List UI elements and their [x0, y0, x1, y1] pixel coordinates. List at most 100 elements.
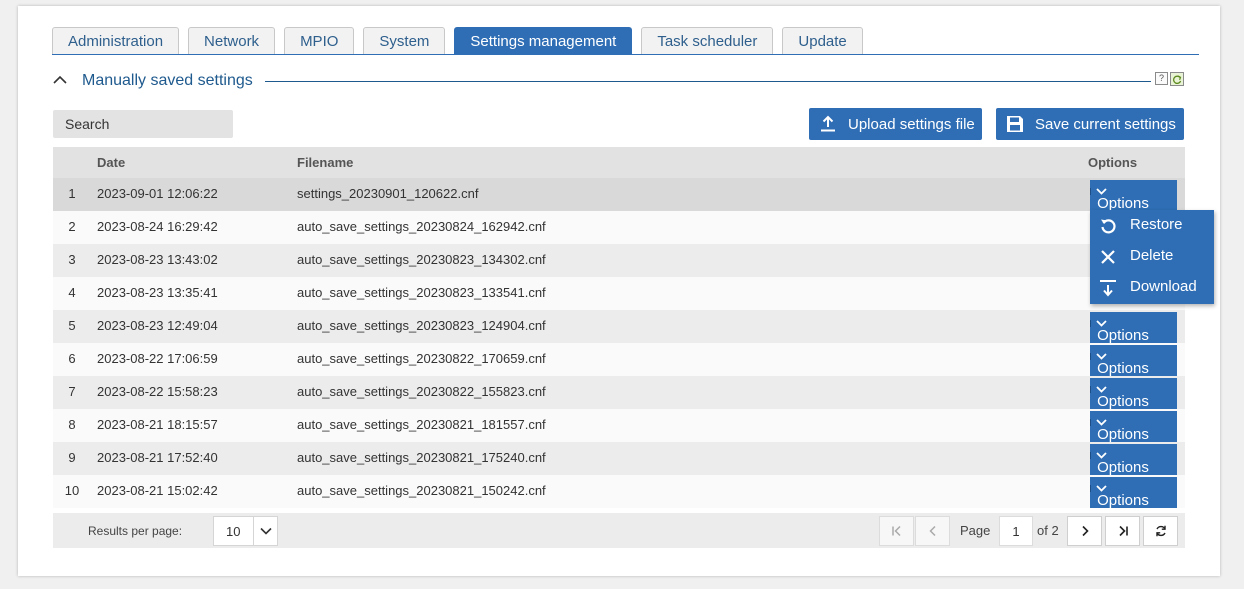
row-filename: auto_save_settings_20230822_170659.cnf	[297, 351, 546, 366]
row-date: 2023-08-22 15:58:23	[97, 384, 218, 399]
results-per-page-select[interactable]: 10	[213, 516, 278, 546]
row-number: 9	[68, 450, 76, 465]
row-options-button[interactable]: Options	[1090, 444, 1177, 476]
first-page-button[interactable]	[879, 516, 914, 546]
row-filename: auto_save_settings_20230822_155823.cnf	[297, 384, 546, 399]
table-row[interactable]: 2 2023-08-24 16:29:42 auto_save_settings_2…	[53, 211, 1185, 244]
table-header: Date Filename Options	[53, 147, 1185, 178]
row-date: 2023-08-23 13:43:02	[97, 252, 218, 267]
save-icon	[1007, 116, 1023, 132]
first-page-icon	[891, 525, 901, 537]
row-number: 5	[68, 318, 76, 333]
chevron-up-icon[interactable]	[52, 72, 68, 88]
menu-item-delete[interactable]: Delete	[1090, 241, 1214, 272]
row-date: 2023-09-01 12:06:22	[97, 186, 218, 201]
refresh-button[interactable]	[1143, 516, 1178, 546]
close-icon	[1101, 250, 1115, 264]
chevron-down-icon	[1090, 419, 1111, 426]
table-row[interactable]: 5 2023-08-23 12:49:04 auto_save_settings_2…	[53, 310, 1185, 344]
row-filename: auto_save_settings_20230823_133541.cnf	[297, 285, 546, 300]
row-options-button[interactable]: Options	[1090, 378, 1177, 410]
table-row[interactable]: 1 2023-09-01 12:06:22 settings_20230901_12…	[53, 178, 1185, 212]
row-filename: auto_save_settings_20230824_162942.cnf	[297, 219, 546, 234]
next-page-button[interactable]	[1067, 516, 1102, 546]
row-options-button[interactable]: Options	[1090, 411, 1177, 443]
row-number: 6	[68, 351, 76, 366]
row-date: 2023-08-21 17:52:40	[97, 450, 218, 465]
chevron-down-icon	[1090, 353, 1111, 360]
row-options-button[interactable]: Options	[1090, 180, 1177, 212]
settings-table: Date Filename Options 1 2023-09-01 12:06:…	[53, 147, 1185, 509]
chevron-down-icon	[1090, 320, 1111, 327]
tab-task-scheduler[interactable]: Task scheduler	[641, 27, 774, 55]
menu-item-restore[interactable]: Restore	[1090, 210, 1214, 241]
page-count: of 2	[1037, 523, 1059, 538]
table-row[interactable]: 6 2023-08-22 17:06:59 auto_save_settings_2…	[53, 343, 1185, 377]
options-dropdown-menu: Restore Delete Download	[1090, 210, 1214, 304]
results-per-page-value: 10	[226, 524, 241, 539]
tab-mpio[interactable]: MPIO	[284, 27, 355, 55]
row-number: 7	[68, 384, 76, 399]
upload-settings-label: Upload settings file	[848, 115, 975, 133]
row-filename: auto_save_settings_20230823_134302.cnf	[297, 252, 546, 267]
row-date: 2023-08-24 16:29:42	[97, 219, 218, 234]
row-date: 2023-08-21 15:02:42	[97, 483, 218, 498]
tab-administration[interactable]: Administration	[52, 27, 180, 55]
row-number: 3	[68, 252, 76, 267]
save-current-settings-button[interactable]: Save current settings	[996, 108, 1184, 140]
chevron-down-icon	[1090, 485, 1111, 492]
tab-settings-management[interactable]: Settings management	[454, 27, 633, 55]
column-header-filename[interactable]: Filename	[297, 155, 353, 170]
tab-bar: Administration Network MPIO System Settings …	[52, 27, 872, 55]
chevron-down-icon	[253, 517, 277, 545]
table-row[interactable]: 10 2023-08-21 15:02:42 auto_save_settings_…	[53, 475, 1185, 509]
row-number: 1	[68, 186, 76, 201]
restore-icon	[1101, 219, 1116, 234]
table-row[interactable]: 4 2023-08-23 13:35:41 auto_save_settings_2…	[53, 277, 1185, 310]
row-number: 4	[68, 285, 76, 300]
row-date: 2023-08-23 13:35:41	[97, 285, 218, 300]
row-filename: auto_save_settings_20230821_175240.cnf	[297, 450, 546, 465]
row-date: 2023-08-21 18:15:57	[97, 417, 218, 432]
settings-panel: Administration Network MPIO System Settings …	[18, 6, 1220, 576]
tab-network[interactable]: Network	[188, 27, 276, 55]
previous-page-button[interactable]	[915, 516, 950, 546]
column-header-options: Options	[1088, 155, 1138, 170]
row-date: 2023-08-23 12:49:04	[97, 318, 218, 333]
row-options-button[interactable]: Options	[1090, 477, 1177, 509]
chevron-down-icon	[1090, 452, 1111, 459]
upload-settings-button[interactable]: Upload settings file	[809, 108, 982, 140]
row-filename: auto_save_settings_20230821_150242.cnf	[297, 483, 546, 498]
table-row[interactable]: 3 2023-08-23 13:43:02 auto_save_settings_2…	[53, 244, 1185, 277]
table-row[interactable]: 9 2023-08-21 17:52:40 auto_save_settings_2…	[53, 442, 1185, 476]
search-input[interactable]	[53, 110, 233, 138]
last-page-icon	[1118, 525, 1128, 537]
table-body: 1 2023-09-01 12:06:22 settings_20230901_12…	[53, 178, 1185, 509]
menu-item-download[interactable]: Download	[1090, 272, 1214, 303]
chevron-left-icon	[928, 525, 936, 537]
chevron-down-icon	[1090, 188, 1111, 195]
help-icon[interactable]: ?	[1155, 72, 1168, 85]
row-filename: auto_save_settings_20230821_181557.cnf	[297, 417, 546, 432]
table-row[interactable]: 7 2023-08-22 15:58:23 auto_save_settings_2…	[53, 376, 1185, 410]
tab-system[interactable]: System	[363, 27, 446, 55]
refresh-icon[interactable]	[1170, 72, 1184, 86]
last-page-button[interactable]	[1105, 516, 1140, 546]
row-date: 2023-08-22 17:06:59	[97, 351, 218, 366]
save-current-settings-label: Save current settings	[1035, 115, 1176, 133]
page-label: Page	[960, 523, 991, 538]
table-footer: Results per page: 10 Page of 2	[53, 513, 1185, 548]
row-number: 8	[68, 417, 76, 432]
row-filename: settings_20230901_120622.cnf	[297, 186, 479, 201]
column-header-date[interactable]: Date	[97, 155, 125, 170]
chevron-down-icon	[1090, 386, 1111, 393]
chevron-right-icon	[1081, 525, 1089, 537]
page-number-input[interactable]	[999, 516, 1033, 546]
row-options-button[interactable]: Options	[1090, 312, 1177, 344]
row-number: 10	[64, 483, 80, 498]
table-row[interactable]: 8 2023-08-21 18:15:57 auto_save_settings_2…	[53, 409, 1185, 443]
tab-update[interactable]: Update	[782, 27, 863, 55]
row-options-button[interactable]: Options	[1090, 345, 1177, 377]
refresh-icon	[1155, 525, 1166, 537]
section-divider	[265, 81, 1151, 82]
